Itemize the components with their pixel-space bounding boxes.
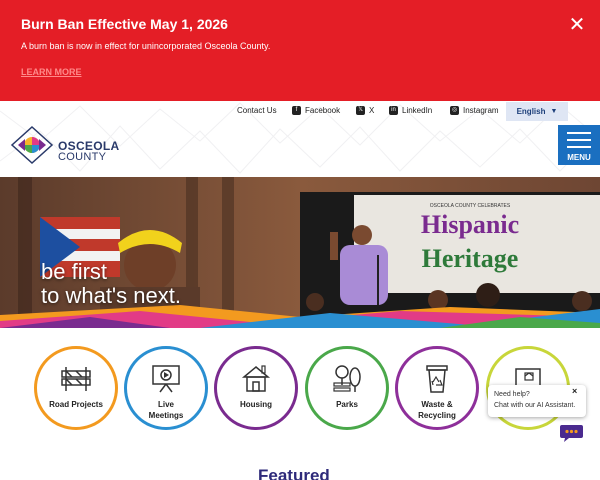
presentation-board-icon: [152, 365, 180, 393]
road-projects-link[interactable]: Road Projects: [34, 346, 118, 430]
chevron-down-icon: ▼: [550, 108, 558, 115]
contact-us-link[interactable]: Contact Us: [237, 106, 277, 115]
road-barrier-icon: [61, 367, 91, 391]
tree-bench-icon: [333, 365, 361, 392]
housing-link[interactable]: Housing: [214, 346, 298, 430]
linkedin-label: LinkedIn: [402, 106, 433, 115]
close-icon[interactable]: ✕: [566, 14, 588, 36]
chat-prompt-line2: Chat with our AI Assistant.: [494, 402, 576, 409]
hero-banner: OSCEOLA COUNTY CELEBRATES Hispanic Herit…: [0, 177, 600, 328]
language-select[interactable]: English ▼: [506, 102, 568, 121]
house-icon: [241, 365, 271, 392]
learn-more-link[interactable]: LEARN MORE: [21, 67, 82, 77]
featured-heading: Featured: [258, 466, 330, 480]
banner-heritage-text: Heritage: [422, 244, 519, 273]
road-projects-label: Road Projects: [49, 400, 103, 409]
x-label: X: [369, 106, 375, 115]
hero-headline-line2: to what's next.: [41, 283, 181, 308]
x-link[interactable]: 𝕏 X: [356, 106, 374, 115]
alert-text: A burn ban is now in effect for unincorp…: [21, 41, 271, 51]
site-header: Contact Us f Facebook 𝕏 X in LinkedIn ◎ …: [0, 101, 600, 177]
hero-headline-line1: be first: [41, 259, 108, 284]
waste-recycling-label: Waste & Recycling: [418, 400, 456, 420]
facebook-link[interactable]: f Facebook: [292, 106, 340, 115]
banner-small-text: OSCEOLA COUNTY CELEBRATES: [430, 203, 511, 209]
menu-button[interactable]: MENU: [558, 125, 600, 165]
live-meetings-label: Live Meetings: [148, 400, 184, 420]
menu-label: MENU: [567, 153, 591, 162]
facebook-icon: f: [292, 106, 301, 115]
waste-recycling-link[interactable]: Waste & Recycling: [395, 346, 479, 430]
facebook-label: Facebook: [305, 106, 341, 115]
instagram-icon: ◎: [450, 106, 459, 115]
alert-title: Burn Ban Effective May 1, 2026: [21, 16, 228, 32]
alert-banner: Burn Ban Effective May 1, 2026 A burn ba…: [0, 0, 600, 101]
chat-prompt-line1: Need help?: [494, 391, 530, 398]
chat-close-icon[interactable]: ×: [572, 386, 577, 396]
housing-label: Housing: [240, 400, 272, 409]
x-icon: 𝕏: [356, 106, 365, 115]
recycling-bin-icon: [426, 365, 448, 393]
contact-us-label: Contact Us: [237, 106, 277, 115]
hamburger-icon: [567, 132, 591, 134]
hamburger-bar: [567, 139, 591, 141]
chat-assistant-icon[interactable]: [559, 423, 584, 443]
live-meetings-link[interactable]: Live Meetings: [124, 346, 208, 430]
banner-hispanic-text: Hispanic: [421, 210, 519, 239]
hamburger-bar: [567, 146, 591, 148]
instagram-link[interactable]: ◎ Instagram: [450, 106, 499, 115]
instagram-label: Instagram: [463, 106, 499, 115]
logo-mark: [10, 125, 54, 165]
linkedin-icon: in: [389, 106, 398, 115]
chat-prompt-bubble[interactable]: Need help? Chat with our AI Assistant. ×: [488, 385, 586, 417]
language-label: English: [516, 107, 546, 116]
linkedin-link[interactable]: in LinkedIn: [389, 106, 432, 115]
parks-label: Parks: [336, 400, 358, 409]
parks-link[interactable]: Parks: [305, 346, 389, 430]
logo-text-county: COUNTY: [58, 151, 107, 163]
